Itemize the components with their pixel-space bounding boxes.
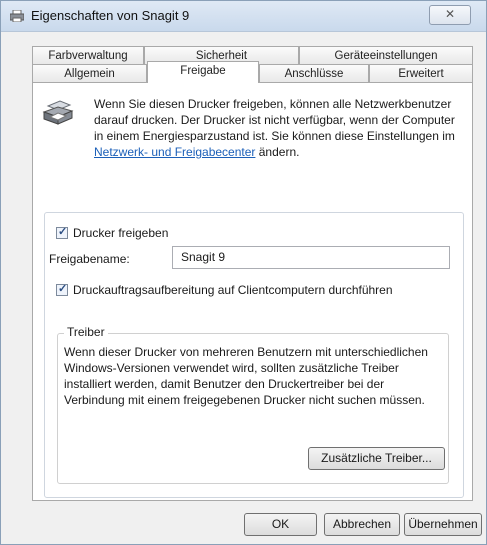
- drivers-legend: Treiber: [64, 325, 108, 339]
- tab-farbverwaltung[interactable]: Farbverwaltung: [32, 46, 144, 65]
- client-rendering-checkbox[interactable]: ✓: [56, 283, 68, 296]
- tab-anschluesse[interactable]: Anschlüsse: [259, 64, 369, 83]
- checkmark-icon: ✓: [58, 226, 68, 238]
- share-settings-group: ✓ Drucker freigeben Freigabename: Snagit…: [44, 212, 464, 498]
- close-button[interactable]: ✕: [429, 5, 471, 25]
- client-rendering-label: Druckauftragsaufbereitung auf Clientcomp…: [73, 283, 393, 297]
- checkmark-icon: ✓: [58, 283, 68, 295]
- tab-geraeteeinstellungen[interactable]: Geräteeinstellungen: [299, 46, 473, 65]
- window-title: Eigenschaften von Snagit 9: [31, 8, 190, 23]
- sharing-info-text: Wenn Sie diesen Drucker freigeben, könne…: [94, 97, 455, 159]
- tab-freigabe[interactable]: Freigabe: [147, 61, 259, 83]
- drivers-group: Treiber Wenn dieser Drucker von mehreren…: [57, 325, 449, 484]
- apply-button[interactable]: Übernehmen: [404, 513, 482, 536]
- properties-dialog: Eigenschaften von Snagit 9 ✕ Farbverwalt…: [0, 0, 487, 545]
- printer-icon: [10, 10, 24, 22]
- drivers-description: Wenn dieser Drucker von mehreren Benutze…: [64, 345, 428, 407]
- share-printer-checkbox[interactable]: ✓: [56, 226, 68, 239]
- network-sharing-center-link[interactable]: Netzwerk- und Freigabecenter: [94, 145, 255, 159]
- share-printer-label: Drucker freigeben: [73, 226, 169, 240]
- additional-drivers-button[interactable]: Zusätzliche Treiber...: [308, 447, 445, 470]
- title-bar: Eigenschaften von Snagit 9 ✕: [1, 1, 486, 32]
- tab-allgemein[interactable]: Allgemein: [32, 64, 147, 83]
- sharing-panel: Wenn Sie diesen Drucker freigeben, könne…: [32, 82, 473, 501]
- share-name-input[interactable]: Snagit 9: [172, 246, 450, 269]
- printer-icon: [42, 100, 74, 125]
- share-name-label: Freigabename:: [49, 252, 130, 266]
- tab-erweitert[interactable]: Erweitert: [369, 64, 473, 83]
- ok-button[interactable]: OK: [244, 513, 317, 536]
- cancel-button[interactable]: Abbrechen: [324, 513, 400, 536]
